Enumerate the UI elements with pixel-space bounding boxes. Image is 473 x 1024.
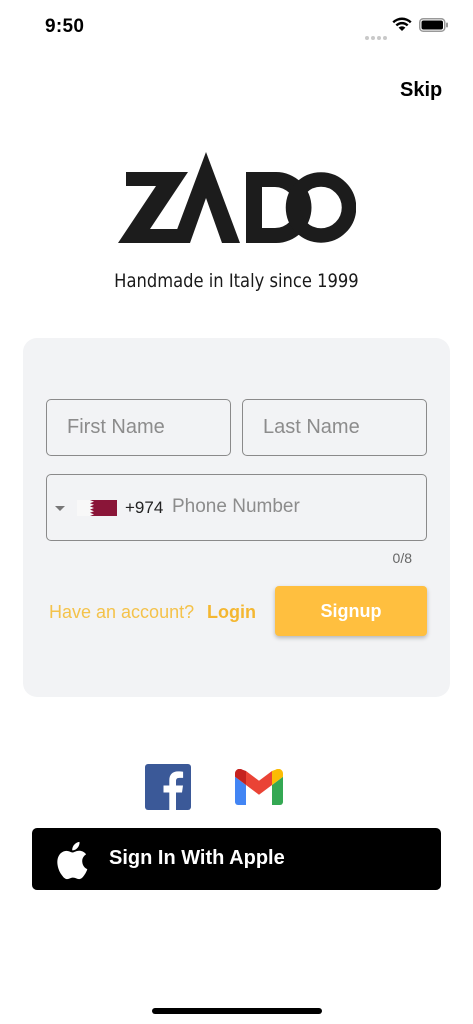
signup-card: +974 0/8 Have an account? Login Signup — [23, 338, 450, 697]
brand-tagline: Handmade in Italy since 1999 — [114, 270, 359, 292]
gmail-icon[interactable] — [235, 768, 283, 810]
battery-icon — [419, 18, 449, 37]
phone-char-counter: 0/8 — [392, 550, 412, 566]
home-indicator — [152, 1008, 322, 1014]
wifi-icon — [392, 17, 412, 37]
signal-icon — [365, 27, 389, 45]
zado-logo — [118, 152, 357, 251]
dial-code[interactable]: +974 — [125, 498, 163, 518]
status-bar: 9:50 — [0, 0, 473, 50]
have-account-text: Have an account? — [49, 602, 195, 622]
apple-button-label: Sign In With Apple — [109, 847, 285, 869]
phone-number-input[interactable] — [164, 487, 430, 527]
login-link[interactable]: Login — [207, 602, 256, 623]
country-dropdown-icon[interactable] — [55, 506, 65, 511]
apple-icon — [54, 840, 88, 883]
facebook-icon[interactable] — [145, 764, 191, 815]
signup-button[interactable]: Signup — [275, 586, 427, 636]
last-name-input[interactable] — [242, 399, 427, 456]
phone-field[interactable]: +974 — [46, 474, 430, 541]
status-time: 9:50 — [45, 16, 85, 37]
qatar-flag-icon[interactable] — [77, 500, 117, 516]
first-name-input[interactable] — [46, 399, 231, 456]
skip-button[interactable]: Skip — [400, 79, 442, 102]
sign-in-with-apple-button[interactable]: Sign In With Apple — [32, 828, 441, 890]
